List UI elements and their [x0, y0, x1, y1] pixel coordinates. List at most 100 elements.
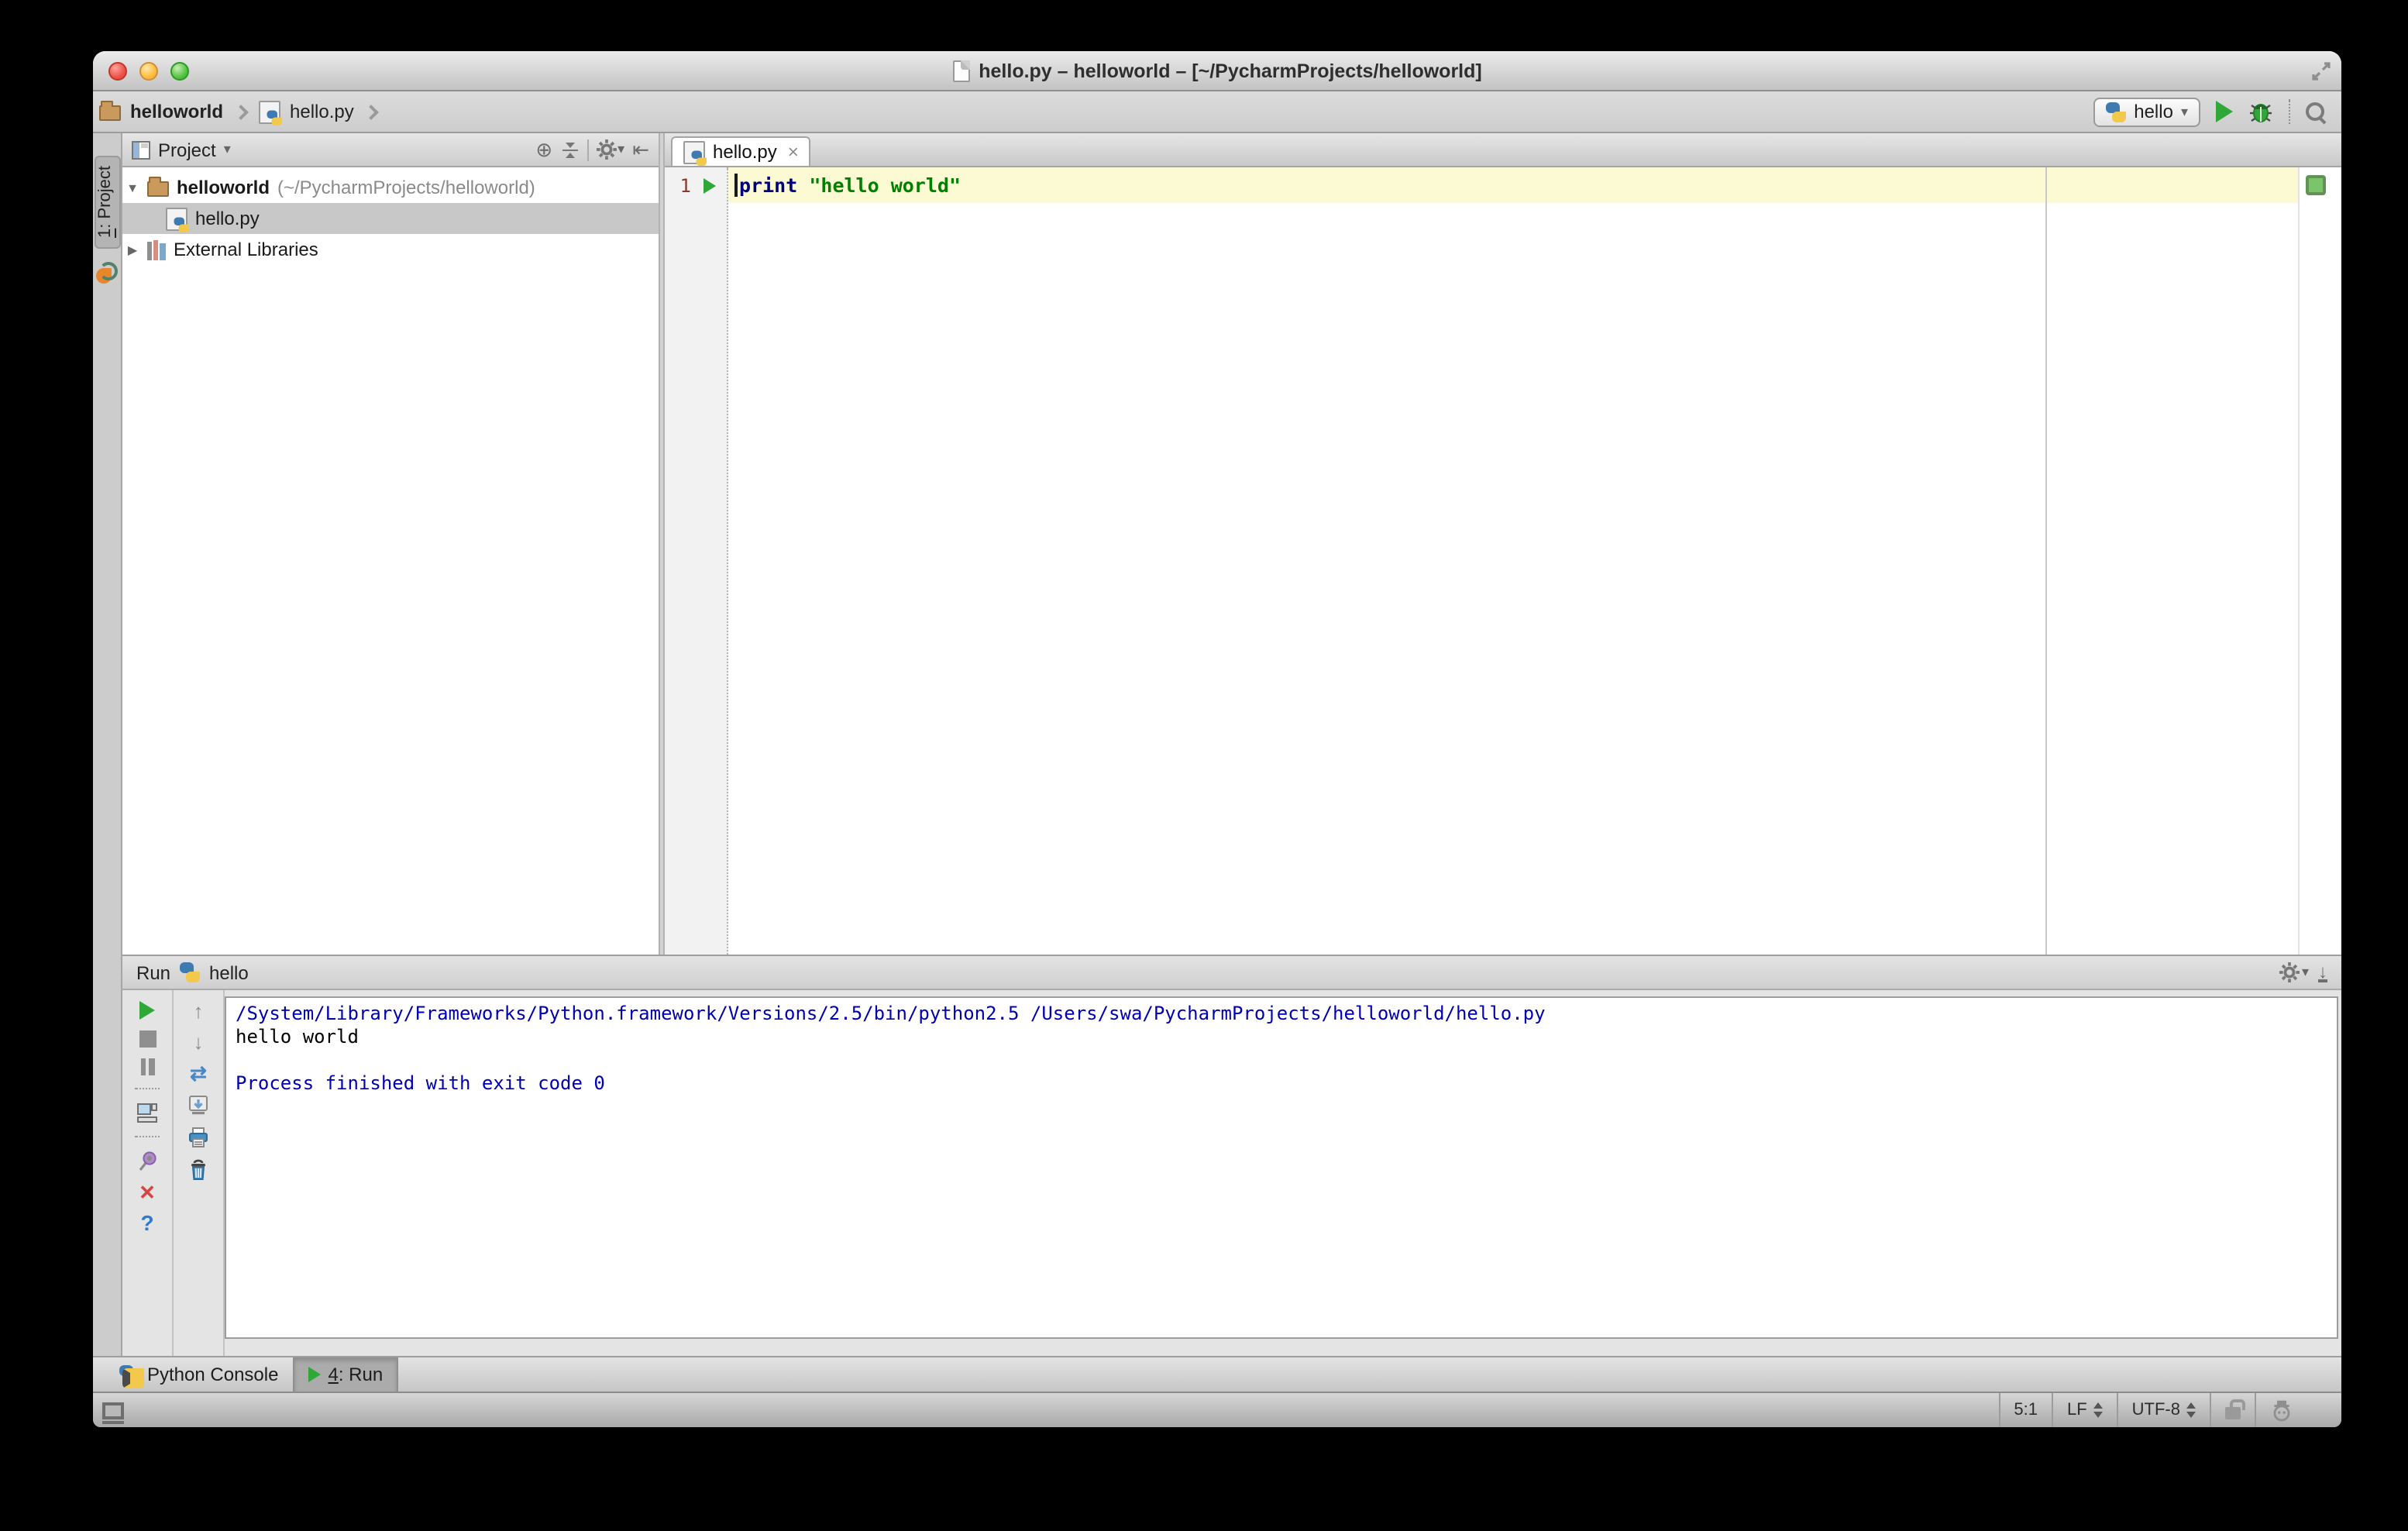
status-widgets: 5:1 LF UTF-8: [1998, 1393, 2307, 1427]
inspection-ok-indicator[interactable]: [2306, 175, 2326, 195]
locate-file-icon[interactable]: ⊕: [535, 139, 552, 160]
scroll-to-end-icon[interactable]: [187, 1094, 209, 1116]
pause-icon[interactable]: [140, 1058, 154, 1075]
main-toolbar: helloworld hello.py hello ▾: [93, 91, 2341, 133]
encoding-widget[interactable]: UTF-8: [2116, 1393, 2210, 1427]
minimize-window-button[interactable]: [139, 62, 158, 81]
window-title-group: hello.py – helloworld – [~/PycharmProjec…: [952, 60, 1482, 81]
run-button[interactable]: [2216, 101, 2233, 122]
soft-wrap-icon[interactable]: ⇄: [190, 1063, 207, 1083]
readonly-lock-widget[interactable]: [2210, 1393, 2255, 1427]
console-line-exit: Process finished with exit code 0: [236, 1072, 605, 1094]
chevron-down-icon: ▾: [2180, 103, 2188, 119]
run-console-output[interactable]: /System/Library/Frameworks/Python.framew…: [225, 996, 2338, 1339]
window-controls: [108, 62, 189, 81]
line-number: 1: [679, 174, 691, 196]
down-stacktrace-icon[interactable]: ↓: [194, 1032, 204, 1052]
tree-row-hello-py[interactable]: hello.py: [122, 203, 659, 234]
run-toolbar-console: ↑ ↓ ⇄: [174, 990, 225, 1356]
editor-body[interactable]: 1 print "hello world": [665, 167, 2341, 955]
chevron-right-icon: [363, 104, 380, 119]
python-icon: [2106, 101, 2127, 122]
tree-collapsed-icon[interactable]: ▶: [126, 243, 139, 256]
toolbar-separator: [135, 1088, 160, 1089]
hide-panel-icon[interactable]: ⇤: [632, 139, 649, 160]
pin-tab-icon[interactable]: [136, 1150, 158, 1171]
clear-console-icon[interactable]: [187, 1159, 209, 1181]
close-window-button[interactable]: [108, 62, 127, 81]
tree-row-project-root[interactable]: ▼ helloworld (~/PycharmProjects/hellowor…: [122, 172, 659, 203]
search-icon[interactable]: [2306, 101, 2326, 122]
line-separator-widget[interactable]: LF: [2051, 1393, 2117, 1427]
unlock-icon: [2225, 1399, 2245, 1419]
print-icon[interactable]: [187, 1127, 209, 1148]
collapse-all-icon[interactable]: [560, 140, 579, 159]
close-panel-icon[interactable]: ✕: [139, 1182, 156, 1202]
run-toolbar-primary: ✕ ?: [122, 990, 174, 1356]
project-tree: ▼ helloworld (~/PycharmProjects/hellowor…: [122, 167, 659, 955]
tree-file-name: hello.py: [195, 208, 260, 229]
python-console-icon: [119, 1364, 144, 1388]
run-icon: [308, 1367, 321, 1382]
hide-panel-down-icon[interactable]: ↓: [2318, 962, 2327, 982]
python-file-icon: [259, 100, 282, 125]
python-console-label: Python Console: [147, 1364, 279, 1385]
zoom-window-button[interactable]: [170, 62, 189, 81]
run-panel-body: ✕ ? ↑ ↓ ⇄ /System/Library/Frameworks/Pyt…: [122, 990, 2341, 1356]
caret-position-widget[interactable]: 5:1: [1998, 1393, 2052, 1427]
panel-settings-button[interactable]: ▾: [596, 139, 624, 160]
inspection-profile-widget[interactable]: [2255, 1393, 2307, 1427]
editor-tab-hello-py[interactable]: hello.py ×: [671, 136, 811, 166]
close-tab-icon[interactable]: ×: [788, 143, 799, 161]
gutter-line-1: 1: [665, 167, 727, 203]
spinner-arrows-icon: [2186, 1402, 2196, 1418]
breadcrumb-file[interactable]: hello.py: [290, 101, 354, 122]
up-stacktrace-icon[interactable]: ↑: [194, 1001, 204, 1021]
folder-icon: [99, 101, 121, 121]
chevron-down-icon: ▾: [617, 141, 625, 157]
run-tool-window-button[interactable]: 4: Run: [292, 1357, 399, 1392]
title-bar: hello.py – helloworld – [~/PycharmProjec…: [93, 51, 2341, 91]
editor-tab-label: hello.py: [713, 141, 777, 163]
upper-panels: Project ▾ ⊕ ▾ ⇤ ▼ helloworld (~/PycharmP…: [122, 133, 2341, 955]
stop-icon[interactable]: [139, 1030, 156, 1048]
encoding-value: UTF-8: [2131, 1401, 2180, 1419]
run-tool-window: Run hello ▾ ↓ ✕ ? ↑ ↓ ⇄ /System/Library/…: [122, 955, 2341, 1356]
header-separator: [587, 139, 589, 160]
screen: hello.py – helloworld – [~/PycharmProjec…: [0, 0, 2408, 1531]
run-line-icon[interactable]: [703, 177, 716, 193]
project-root-path: (~/PycharmProjects/helloworld): [277, 177, 535, 198]
run-tool-window-label: 4: Run: [328, 1364, 384, 1385]
editor-gutter: 1: [665, 167, 728, 955]
python-console-button[interactable]: Python Console: [105, 1357, 292, 1392]
panel-splitter[interactable]: [659, 133, 665, 955]
chevron-down-icon[interactable]: ▾: [224, 141, 231, 158]
project-panel-title[interactable]: Project: [158, 139, 216, 160]
restore-layout-icon[interactable]: [136, 1102, 158, 1123]
tool-stripe-icon[interactable]: [96, 262, 118, 284]
spinner-arrows-icon: [2093, 1402, 2103, 1418]
code-line-1: print "hello world": [728, 167, 2298, 203]
run-settings-button[interactable]: ▾: [2279, 962, 2309, 982]
external-libraries-label: External Libraries: [174, 239, 318, 260]
help-icon[interactable]: ?: [140, 1212, 153, 1233]
debug-button[interactable]: [2248, 100, 2273, 123]
project-root-name: helloworld: [177, 177, 270, 198]
toolbar-separator: [135, 1136, 160, 1137]
chevron-right-icon: [233, 104, 249, 119]
fullscreen-icon[interactable]: [2312, 62, 2331, 81]
tool-window-bar: Python Console 4: Run: [93, 1356, 2341, 1392]
toggle-tool-buttons-icon[interactable]: [102, 1402, 124, 1423]
run-configuration-select[interactable]: hello ▾: [2093, 97, 2200, 126]
run-panel-tab[interactable]: hello: [209, 962, 249, 983]
code-area[interactable]: print "hello world": [728, 167, 2298, 955]
folder-icon: [147, 177, 169, 197]
chevron-down-icon: ▾: [2301, 964, 2309, 979]
tree-expanded-icon[interactable]: ▼: [126, 181, 139, 194]
tree-row-external-libraries[interactable]: ▶ External Libraries: [122, 234, 659, 265]
toolbar-right-group: hello ▾: [2093, 97, 2326, 126]
python-icon: [180, 962, 201, 982]
breadcrumb-project[interactable]: helloworld: [130, 101, 223, 122]
tool-stripe-project-button[interactable]: 1: Project: [94, 155, 120, 249]
rerun-icon[interactable]: [139, 1001, 155, 1020]
